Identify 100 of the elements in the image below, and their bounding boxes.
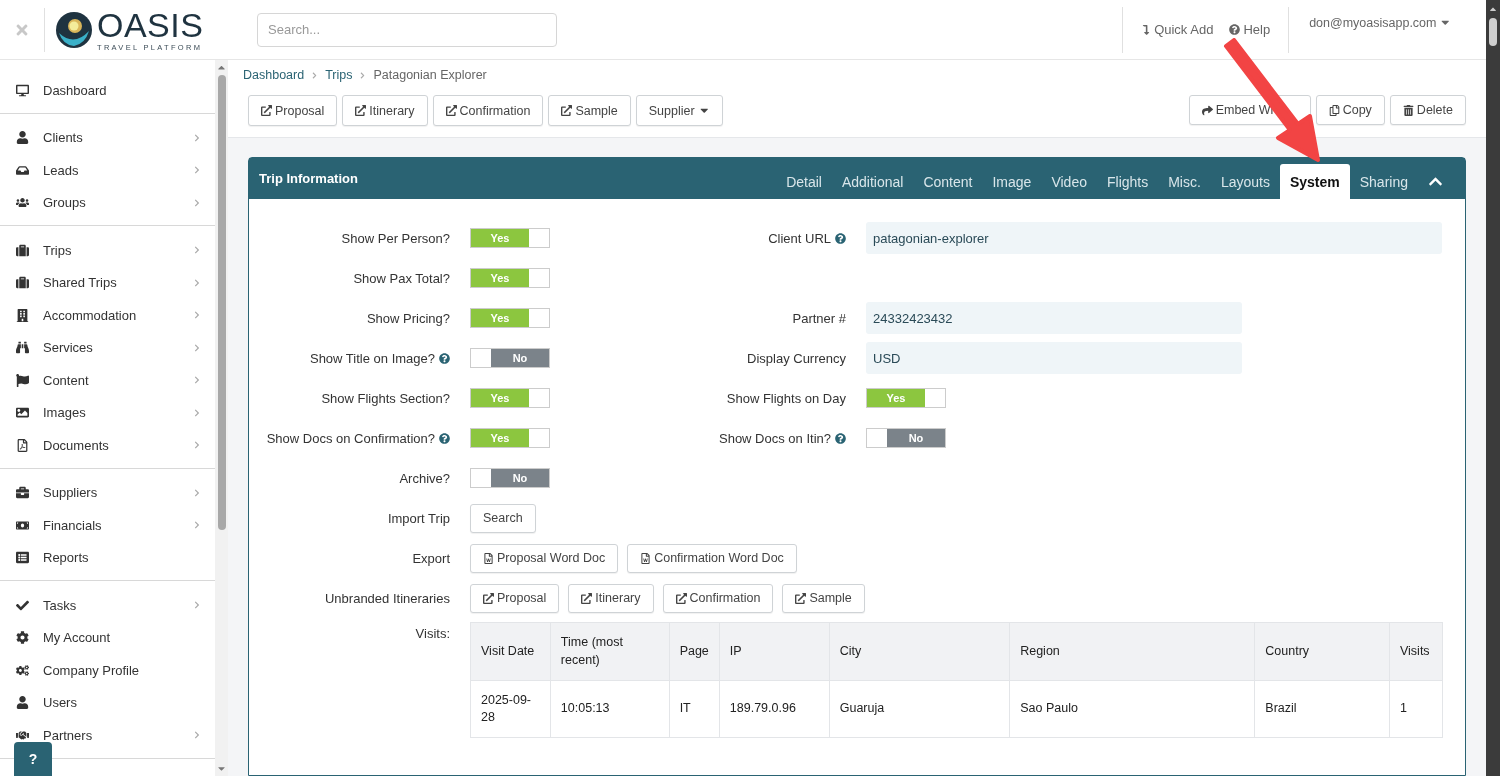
scrollbar[interactable] [215, 60, 228, 776]
people-icon [16, 196, 29, 210]
panel-title: Trip Information [259, 171, 358, 186]
sidebar-item[interactable]: Company Profile [0, 654, 215, 687]
monitor-icon [16, 83, 29, 97]
export-button[interactable]: Proposal [470, 583, 560, 613]
copy-icon [1328, 104, 1340, 116]
field-label: Client URL [768, 230, 831, 246]
help-button[interactable]: ? [14, 742, 52, 776]
column-header: Visits [1389, 622, 1443, 681]
view-button[interactable]: Sample [548, 95, 631, 126]
text-field[interactable]: patagonian-explorer [866, 222, 1442, 254]
quick-add-link[interactable]: Quick Add [1133, 22, 1222, 37]
tab[interactable]: Detail [776, 164, 832, 199]
help-icon [1229, 24, 1241, 35]
sidebar-item[interactable]: Financials [0, 509, 215, 542]
scrollbar-thumb[interactable] [217, 75, 226, 530]
column-header: Page [669, 622, 720, 681]
chevron-icon [359, 71, 367, 79]
field-label: Show Docs on Confirmation? [266, 430, 435, 446]
toggle-switch[interactable]: No [470, 468, 550, 488]
sidebar-item[interactable]: Content [0, 364, 215, 397]
tab[interactable]: Image [982, 164, 1042, 199]
tab[interactable]: Video [1041, 164, 1097, 199]
breadcrumb-link[interactable]: Dashboard [243, 68, 305, 82]
export-button[interactable]: Itinerary [568, 583, 654, 613]
table-cell: IT [669, 680, 720, 738]
trash-icon [1402, 104, 1414, 116]
breadcrumb-link[interactable]: Trips [325, 68, 353, 82]
field-label: Show Title on Image? [309, 350, 435, 366]
page-scrollbar[interactable] [1486, 0, 1500, 776]
sidebar-item[interactable]: Services [0, 331, 215, 364]
tab[interactable]: Additional [831, 164, 914, 199]
column-header: Country [1254, 622, 1390, 681]
export-button[interactable]: Sample [782, 583, 865, 613]
breadcrumb-current[interactable]: Patagonian Explorer [373, 68, 487, 82]
view-button[interactable]: Itinerary [342, 95, 428, 126]
text-field[interactable]: USD [866, 342, 1242, 374]
help-icon[interactable] [439, 352, 450, 364]
tab[interactable]: Sharing [1349, 164, 1418, 199]
sidebar-item[interactable]: Users [0, 686, 215, 719]
help-icon[interactable] [835, 232, 846, 244]
tab[interactable]: Misc. [1158, 164, 1211, 199]
image-icon [16, 406, 29, 420]
tab[interactable]: System [1279, 164, 1350, 199]
field-label: Export [412, 550, 450, 566]
person-icon [16, 696, 29, 710]
sidebar-item[interactable]: Images [0, 396, 215, 429]
word-document-icon [483, 552, 494, 564]
sidebar-item[interactable]: My Account [0, 621, 215, 654]
checkmark-icon [16, 598, 29, 612]
sidebar-item[interactable]: Dashboard [0, 74, 215, 107]
table-cell: 2025-09-28 [470, 680, 551, 738]
supplier-dropdown[interactable]: Supplier [635, 95, 724, 126]
column-header: City [829, 622, 1010, 681]
export-button[interactable]: Proposal Word Doc [470, 543, 619, 573]
external-link-icon [675, 592, 687, 604]
user-menu[interactable]: don@myoasisapp.com [1299, 15, 1486, 44]
column-header: Time (most recent) [550, 622, 670, 681]
field-label: Show Pax Total? [353, 270, 450, 286]
column-header: Region [1009, 622, 1255, 681]
text-field[interactable]: 24332423432 [866, 302, 1242, 334]
sidebar-item[interactable]: Trips [0, 234, 215, 267]
flag-icon [16, 373, 29, 387]
view-button[interactable]: Confirmation [432, 95, 544, 126]
toggle-switch[interactable]: No [866, 428, 946, 448]
sidebar-item[interactable]: Clients [0, 121, 215, 154]
field-label: Show Flights Section? [321, 390, 450, 406]
sidebar-item[interactable]: Shared Trips [0, 266, 215, 299]
suitcase-icon [16, 276, 29, 290]
sidebar-item[interactable]: Suppliers [0, 476, 215, 509]
sidebar-item[interactable]: Groups [0, 186, 215, 219]
help-icon[interactable] [439, 432, 450, 444]
help-link[interactable]: Help [1221, 22, 1279, 37]
logo-icon [55, 10, 93, 49]
sidebar-item[interactable]: Accommodation [0, 299, 215, 332]
sidebar-item[interactable]: Reports [0, 541, 215, 574]
chevron-icon [311, 71, 319, 79]
list-icon [16, 551, 29, 565]
action-button[interactable]: Copy [1315, 95, 1385, 125]
action-button[interactable]: Delete [1389, 95, 1466, 125]
sidebar-item[interactable]: Tasks [0, 589, 215, 622]
sidebar-item[interactable]: Leads [0, 154, 215, 187]
export-button[interactable]: Confirmation Word Doc [627, 543, 797, 573]
view-button[interactable]: Proposal [248, 95, 338, 126]
field-label: Show Per Person? [341, 230, 450, 246]
export-button[interactable]: Confirmation [662, 583, 774, 613]
table-cell: Brazil [1254, 680, 1390, 738]
tab[interactable]: Layouts [1210, 164, 1280, 199]
search-button[interactable]: Search [470, 503, 536, 533]
tab[interactable]: Flights [1096, 164, 1159, 199]
sidebar-item[interactable]: Documents [0, 429, 215, 462]
field-label: Show Pricing? [366, 310, 450, 326]
search-field[interactable]: Search... [257, 12, 557, 47]
help-icon[interactable] [835, 432, 846, 444]
scrollbar-thumb[interactable] [1489, 18, 1497, 46]
field-label: Unbranded Itineraries [324, 590, 450, 606]
toggle-switch[interactable]: No [470, 348, 550, 368]
tab[interactable]: Content [913, 164, 983, 199]
field-label: Import Trip [387, 510, 450, 526]
